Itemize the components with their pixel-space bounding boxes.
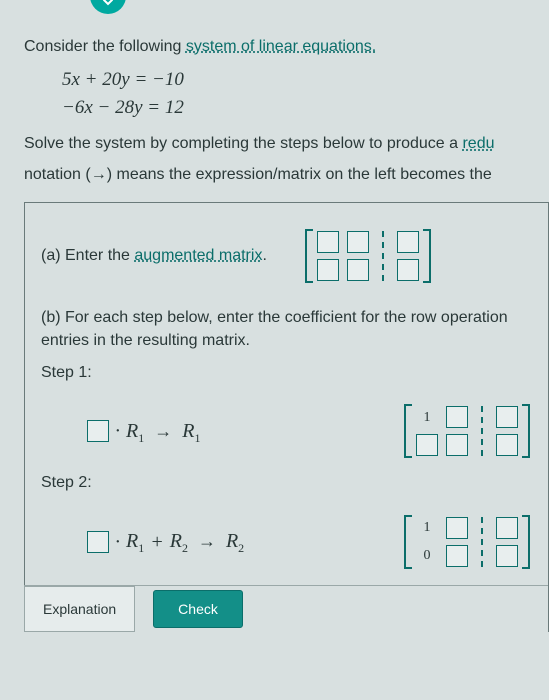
step1-R1b-sub: 1 [194,431,200,445]
solve-line-1: Solve the system by completing the steps… [24,133,549,155]
step1-R1b: R1 [182,417,200,447]
intro-prefix: Consider the following [24,38,186,55]
mat2-r2aug[interactable] [496,545,518,567]
step2-R2-sym: R [170,530,182,552]
step1-coef-input[interactable] [87,420,109,442]
step1-label: Step 1: [41,362,548,384]
solve-p2a: notation ( [24,166,91,183]
bottom-bar: Explanation Check [24,585,548,632]
step2-R2: R2 [170,527,188,557]
matrix-step2-grid: 1 0 [412,515,522,569]
intro-text: Consider the following system of linear … [24,36,549,58]
step2-R1: R1 [126,527,144,557]
mat1-r2c1[interactable] [416,434,438,456]
matrix-a [297,225,439,287]
step2-row: · R1 + R2 → R2 1 0 [41,511,548,573]
part-a-suffix: . [262,247,266,264]
step2-dot: · [115,528,120,556]
step1-R1: R1 [126,417,144,447]
mat2-r1c1: 1 [416,517,438,539]
mat2-r2c1: 0 [416,545,438,567]
mat1-r1c2[interactable] [446,406,468,428]
step1-R1-sub: 1 [138,431,144,445]
menu-toggle[interactable] [90,0,126,14]
step2-R1-sub: 1 [138,541,144,555]
solve-p1a: Solve the system by completing the steps… [24,135,462,152]
bracket-left-icon [404,515,412,569]
mat1-r1c1: 1 [416,406,438,428]
solve-p2b: ) means the expression/matrix on the lef… [107,166,492,183]
part-b-text: (b) For each step below, enter the coeff… [41,307,548,352]
equation-2: −6x − 28y = 12 [62,94,549,122]
mat-a-r1c2[interactable] [347,231,369,253]
arrow-icon: → [154,419,172,444]
step2-plus: + [150,528,164,556]
mat1-r2aug[interactable] [496,434,518,456]
equations-block: 5x + 20y = −10 −6x − 28y = 12 [62,66,549,121]
step2-coef-input[interactable] [87,531,109,553]
arrow-icon: → [91,166,107,183]
step1-dot: · [115,417,120,445]
solve-link-1[interactable]: redu [462,135,494,152]
mat-a-r2c2[interactable] [347,259,369,281]
step2-R2-sub: 2 [182,541,188,555]
chevron-down-icon [100,0,116,10]
step1-operation: · R1 → R1 [87,417,200,447]
aug-divider-icon [481,517,483,567]
matrix-step1-grid: 1 [412,404,522,458]
step2-operation: · R1 + R2 → R2 [87,527,244,557]
step2-label: Step 2: [41,472,548,494]
solve-line-2: notation (→) means the expression/matrix… [24,164,549,186]
matrix-step1: 1 [396,400,538,462]
part-a-text: (a) Enter the augmented matrix. [41,245,267,267]
mat2-r1aug[interactable] [496,517,518,539]
mat-a-r2aug[interactable] [397,259,419,281]
work-panel: (a) Enter the augmented matrix. (b) For … [24,202,549,632]
aug-divider-icon [382,231,384,281]
bracket-right-icon [522,515,530,569]
step1-R1-sym: R [126,420,138,442]
step2-R2b-sub: 2 [238,541,244,555]
bracket-left-icon [404,404,412,458]
part-a-row: (a) Enter the augmented matrix. [41,225,548,287]
arrow-icon: → [198,529,216,554]
bracket-right-icon [423,229,431,283]
equation-1: 5x + 20y = −10 [62,66,549,94]
mat-a-r1aug[interactable] [397,231,419,253]
mat2-r2c2[interactable] [446,545,468,567]
mat1-r2c2[interactable] [446,434,468,456]
mat2-r1c2[interactable] [446,517,468,539]
mat-a-r2c1[interactable] [317,259,339,281]
bracket-right-icon [522,404,530,458]
step1-row: · R1 → R1 1 [41,400,548,462]
step2-R2b: R2 [226,527,244,557]
matrix-step2: 1 0 [396,511,538,573]
step1-R1b-sym: R [182,420,194,442]
bracket-left-icon [305,229,313,283]
explanation-button[interactable]: Explanation [24,586,135,632]
intro-link[interactable]: system of linear equations. [186,38,376,55]
part-a-link[interactable]: augmented matrix [134,247,262,264]
mat1-r1aug[interactable] [496,406,518,428]
step2-R1-sym: R [126,530,138,552]
matrix-a-grid [313,229,423,283]
aug-divider-icon [481,406,483,456]
check-button[interactable]: Check [153,590,243,628]
mat-a-r1c1[interactable] [317,231,339,253]
part-a-prefix: (a) Enter the [41,247,134,264]
step2-R2b-sym: R [226,530,238,552]
